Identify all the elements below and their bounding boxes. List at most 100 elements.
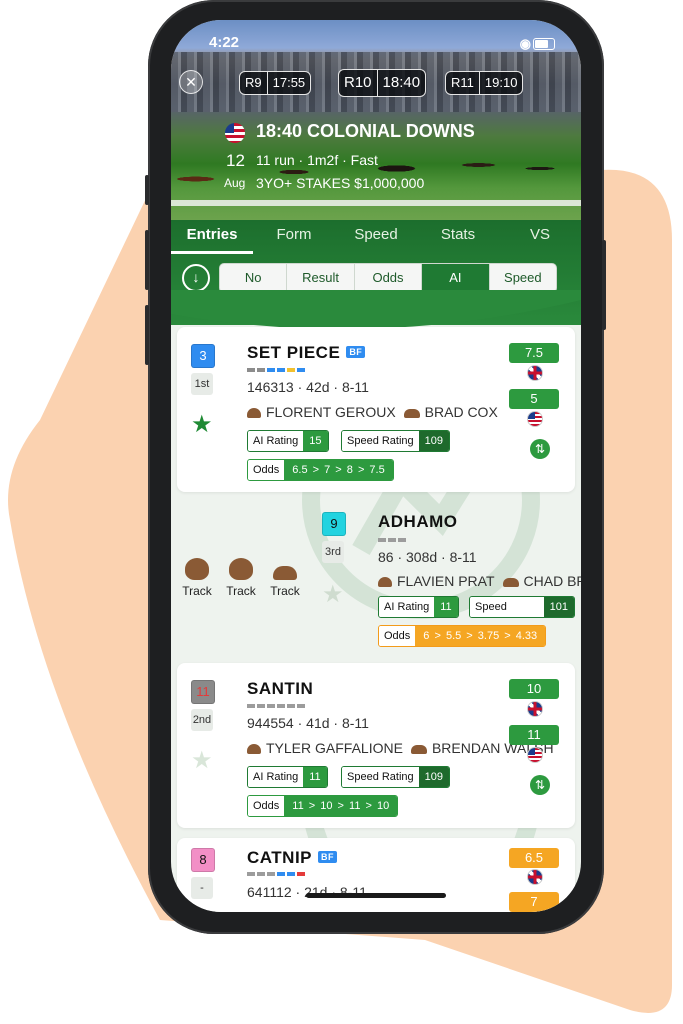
silk-colors <box>247 704 305 708</box>
form-line: 86 · 308d · 8-11 <box>378 549 477 565</box>
segment-no[interactable]: No <box>220 264 288 292</box>
connections: FLAVIEN PRAT CHAD BROWN <box>378 573 581 589</box>
trainer-hat-icon <box>273 566 297 580</box>
price-uk[interactable]: 6.5 <box>509 848 559 868</box>
star-icon[interactable]: ★ <box>191 410 213 439</box>
volume-up-button <box>145 230 149 290</box>
ai-rating-label: AI Rating <box>248 431 304 451</box>
odds-label: Odds <box>379 626 416 646</box>
horse-name: SANTIN <box>247 679 314 698</box>
tab-speed[interactable]: Speed <box>335 220 417 254</box>
jockey-name: FLAVIEN PRAT <box>397 573 495 589</box>
track-horse-button[interactable]: Track <box>221 558 261 598</box>
tab-form[interactable]: Form <box>253 220 335 254</box>
connections: FLORENT GEROUX BRAD COX <box>247 404 498 420</box>
trainer-name: CHAD BROWN <box>523 573 581 589</box>
race-stakes: 3YO+ STAKES $1,000,000 <box>256 175 425 191</box>
jockey-cap-icon <box>378 577 392 587</box>
saddle-number: 3 <box>191 344 215 368</box>
trainer-hat-icon <box>502 578 519 587</box>
race-id: R10 <box>339 70 378 96</box>
silk-colors <box>378 538 406 542</box>
home-indicator <box>306 893 446 898</box>
speed-rating: Speed Rating101 <box>469 596 575 618</box>
runner-card-santin[interactable]: 11 2nd ★ SANTIN 944554 · 41d · 8-11 TYLE… <box>177 663 575 828</box>
download-circle-icon[interactable]: ↓ <box>182 264 210 292</box>
tab-entries[interactable]: Entries <box>171 220 253 254</box>
tabs: Entries Form Speed Stats VS <box>171 220 581 254</box>
form-line: 944554 · 41d · 8-11 <box>247 715 369 731</box>
price-us[interactable]: 5 <box>509 389 559 409</box>
star-icon[interactable]: ★ <box>322 580 344 609</box>
swap-arrows-icon[interactable]: ⇅ <box>530 775 550 795</box>
star-icon[interactable]: ★ <box>191 746 213 775</box>
speed-rating: Speed Rating 109 <box>341 430 451 452</box>
speed-rating-label: Speed Rating <box>342 767 419 787</box>
finish-place: 1st <box>191 373 213 395</box>
ai-rating-value: 11 <box>434 597 458 617</box>
battery-icon <box>533 38 555 50</box>
price-us[interactable]: 11 <box>509 725 559 745</box>
bf-badge: BF <box>318 851 338 863</box>
ai-rating-label: AI Rating <box>379 597 435 617</box>
odds-values: 6.5 > 7 > 8 > 7.5 <box>284 460 393 480</box>
ai-rating-value: 11 <box>303 767 327 787</box>
speed-rating-value: 109 <box>418 431 450 451</box>
track-jockey-button[interactable]: Track <box>177 558 217 598</box>
uk-flag-icon <box>527 869 543 885</box>
segment-result[interactable]: Result <box>287 264 355 292</box>
track-trainer-button[interactable]: Track <box>265 558 305 598</box>
status-bar: 4:22 ◉ <box>171 34 581 54</box>
phone-screen: 4:22 ◉ ✕ R9 17:55 R10 18:40 R11 19:10 18… <box>171 20 581 912</box>
runner-card-set-piece[interactable]: 3 1st ★ SET PIECE BF 146313 · 42d · 8-11 … <box>177 327 575 492</box>
race-day: 12 <box>226 151 245 170</box>
race-selector-r9[interactable]: R9 17:55 <box>239 71 312 95</box>
connections: TYLER GAFFALIONE BRENDAN WALSH <box>247 740 554 756</box>
saddle-number: 8 <box>191 848 215 872</box>
sort-segmented-control: No Result Odds AI Speed <box>219 263 557 293</box>
silk-colors <box>247 368 305 372</box>
runner-card-adhamo[interactable]: Track Track Track 9 3rd ★ ADHAMO 86 · 30… <box>177 498 581 658</box>
odds-movement: Odds 6 > 5.5 > 3.75 > 4.33 <box>378 625 547 647</box>
uk-flag-icon <box>527 365 543 381</box>
swap-arrows-icon[interactable]: ⇅ <box>530 439 550 459</box>
odds-label: Odds <box>248 460 285 480</box>
segment-ai[interactable]: AI <box>422 264 490 292</box>
trainer-name: BRAD COX <box>424 404 498 420</box>
power-button <box>602 240 606 330</box>
ai-rating: AI Rating 11 <box>247 766 328 788</box>
jockey-cap-icon <box>247 744 261 754</box>
volume-down-button <box>145 305 149 365</box>
race-selector-r10[interactable]: R10 18:40 <box>338 69 427 97</box>
horse-name-text: SET PIECE <box>247 343 341 362</box>
ai-rating-value: 15 <box>303 431 328 451</box>
wifi-icon: ◉ <box>519 36 531 51</box>
close-icon[interactable]: ✕ <box>179 70 203 94</box>
race-id: R9 <box>240 72 268 94</box>
runner-card-catnip[interactable]: 8 - CATNIP BF 641112 · 21d · 8-11 6.5 7 <box>177 838 575 912</box>
speed-rating-value: 109 <box>418 767 450 787</box>
jockey-name: TYLER GAFFALIONE <box>266 740 403 756</box>
race-title: 18:40 COLONIAL DOWNS <box>256 121 475 141</box>
odds-label: Odds <box>248 796 285 816</box>
tab-vs[interactable]: VS <box>499 220 581 254</box>
speed-rating-label: Speed Rating <box>342 431 419 451</box>
saddle-number: 11 <box>191 680 215 704</box>
mute-switch <box>145 175 149 205</box>
jockey-cap-icon <box>247 408 261 418</box>
price-uk[interactable]: 7.5 <box>509 343 559 363</box>
trainer-hat-icon <box>410 745 427 754</box>
segment-speed[interactable]: Speed <box>490 264 556 292</box>
race-selector-r11[interactable]: R11 19:10 <box>445 71 524 95</box>
track-label: Track <box>182 584 212 598</box>
tab-stats[interactable]: Stats <box>417 220 499 254</box>
price-us[interactable]: 7 <box>509 892 559 912</box>
ai-rating: AI Rating 11 <box>378 596 459 618</box>
price-uk[interactable]: 10 <box>509 679 559 699</box>
horse-head-icon <box>229 558 253 580</box>
us-flag-icon <box>527 747 543 763</box>
ai-rating-label: AI Rating <box>248 767 304 787</box>
track-label: Track <box>270 584 300 598</box>
race-time: 17:55 <box>272 75 306 90</box>
segment-odds[interactable]: Odds <box>355 264 423 292</box>
